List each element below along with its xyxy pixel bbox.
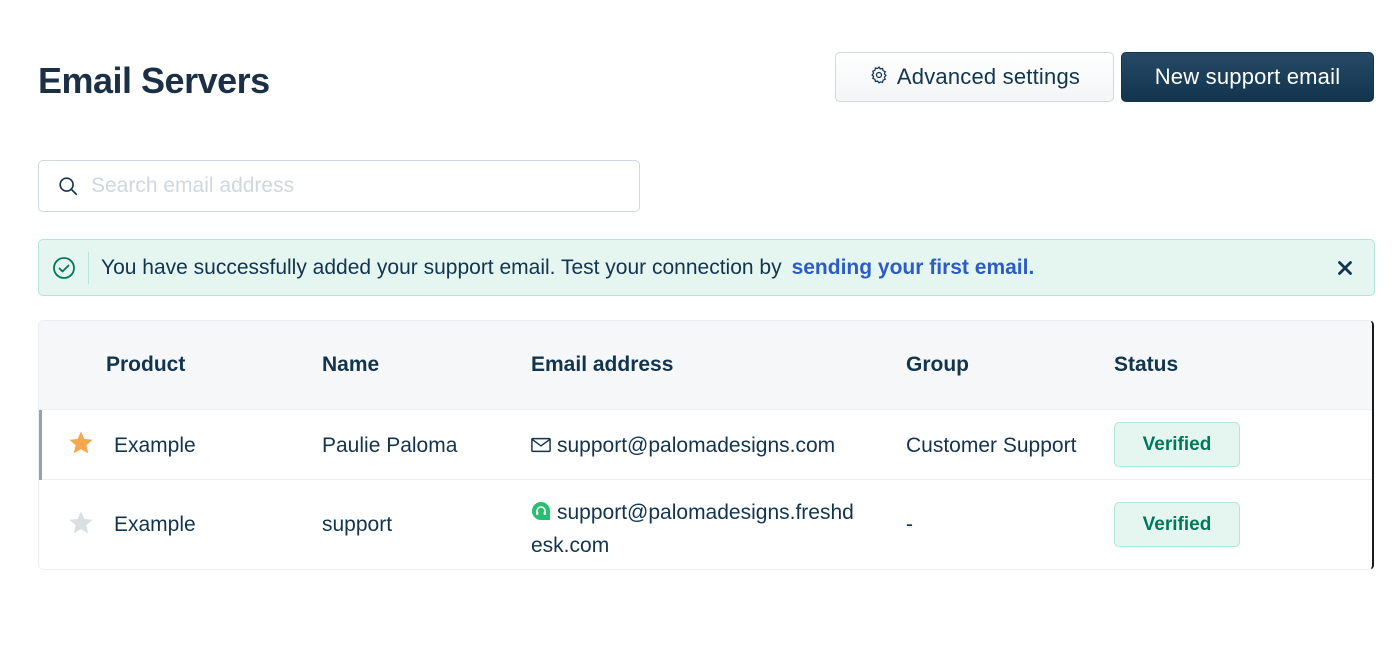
new-support-email-button[interactable]: New support email: [1121, 52, 1374, 102]
new-support-email-label: New support email: [1154, 64, 1341, 89]
name-cell: Paulie Paloma: [322, 434, 458, 457]
table-row[interactable]: Example support support@palomadesigns.fr…: [39, 481, 1372, 569]
email-cell: support@palomadesigns.com: [531, 434, 835, 458]
row-selected-indicator: [39, 410, 42, 480]
search-field[interactable]: [38, 160, 640, 212]
search-icon: [59, 177, 78, 196]
send-first-email-link[interactable]: sending your first email.: [792, 256, 1035, 280]
page-title: Email Servers: [38, 60, 270, 101]
freshdesk-icon: [532, 502, 550, 521]
success-alert: You have successfully added your support…: [38, 239, 1375, 296]
table-header: Product Name Email address Group Status: [39, 321, 1372, 410]
star-outline-icon[interactable]: [67, 509, 95, 537]
status-badge: Verified: [1114, 502, 1240, 547]
product-cell: Example: [114, 434, 196, 457]
status-badge: Verified: [1114, 422, 1240, 467]
star-filled-icon[interactable]: [67, 429, 95, 457]
email-cell: support@palomadesigns.freshd esk.com: [531, 496, 854, 562]
alert-message: You have successfully added your support…: [101, 255, 782, 279]
email-address-line2: esk.com: [531, 534, 610, 557]
product-cell: Example: [114, 513, 196, 536]
table-row[interactable]: Example Paulie Paloma support@palomadesi…: [39, 410, 1372, 480]
name-cell: support: [322, 513, 393, 536]
column-header-product: Product: [106, 353, 186, 376]
column-header-email: Email address: [531, 353, 674, 376]
column-header-status: Status: [1114, 353, 1179, 376]
check-circle-icon: [53, 256, 75, 279]
group-cell: Customer Support: [906, 434, 1077, 457]
advanced-settings-button[interactable]: Advanced settings: [835, 52, 1114, 102]
email-servers-page: Email Servers Advanced settings New supp…: [0, 0, 1400, 652]
gear-icon: [871, 66, 887, 84]
envelope-icon: [531, 437, 551, 453]
email-address-line1: support@palomadesigns.freshd: [557, 501, 854, 524]
group-cell: -: [906, 513, 913, 536]
alert-divider: [88, 251, 89, 284]
email-servers-table: Product Name Email address Group Status …: [38, 320, 1374, 570]
advanced-settings-label: Advanced settings: [896, 64, 1081, 89]
column-header-group: Group: [906, 353, 969, 376]
email-address: support@palomadesigns.com: [557, 434, 836, 457]
column-header-name: Name: [322, 353, 380, 376]
close-icon[interactable]: [1334, 257, 1356, 279]
search-input[interactable]: [91, 174, 571, 198]
